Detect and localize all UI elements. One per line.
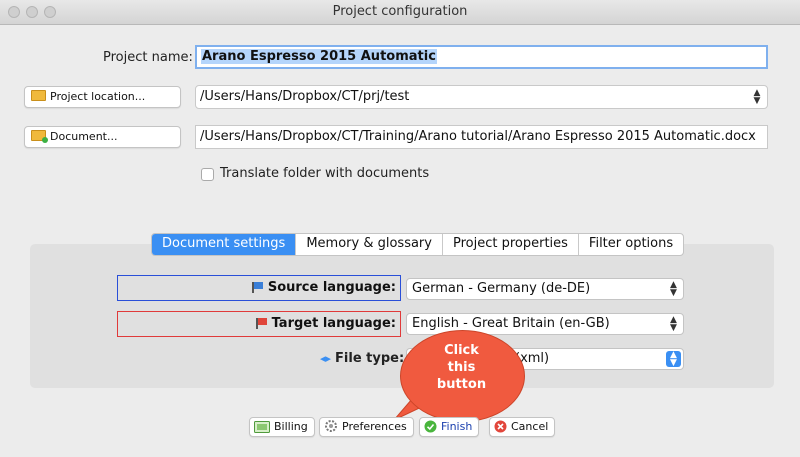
- cancel-circle-icon: [494, 420, 507, 433]
- target-language-value: English - Great Britain (en-GB): [412, 316, 610, 331]
- gear-icon: [325, 420, 337, 432]
- project-name-input[interactable]: Arano Espresso 2015 Automatic: [195, 45, 768, 69]
- target-language-label: Target language:: [271, 316, 396, 331]
- tab-project-properties[interactable]: Project properties: [443, 234, 579, 255]
- billing-button[interactable]: Billing: [249, 417, 315, 437]
- source-language-value: German - Germany (de-DE): [412, 281, 591, 296]
- source-language-label-wrap: Source language:: [251, 280, 396, 295]
- document-button-label: Document...: [50, 130, 118, 143]
- tab-memory-glossary[interactable]: Memory & glossary: [296, 234, 443, 255]
- target-language-label-wrap: Target language:: [255, 316, 396, 331]
- project-name-label: Project name:: [103, 50, 193, 65]
- translate-folder-checkbox[interactable]: [201, 168, 214, 181]
- project-location-select[interactable]: /Users/Hans/Dropbox/CT/prj/test ▲ ▼: [195, 85, 768, 109]
- file-type-label: File type:: [335, 351, 405, 366]
- document-path-value: /Users/Hans/Dropbox/CT/Training/Arano tu…: [200, 129, 756, 144]
- callout-line-3: button: [436, 377, 487, 392]
- callout-line-2: this: [447, 360, 476, 375]
- finish-button-label: Finish: [441, 420, 473, 433]
- project-location-value: /Users/Hans/Dropbox/CT/prj/test: [200, 89, 410, 104]
- target-language-highlight: Target language:: [117, 311, 401, 337]
- project-location-button-label: Project location...: [50, 90, 146, 103]
- document-button[interactable]: Document...: [24, 126, 181, 148]
- tab-document-settings[interactable]: Document settings: [152, 234, 297, 255]
- billing-icon: [254, 421, 270, 433]
- finish-button[interactable]: Finish: [419, 417, 480, 437]
- window-title: Project configuration: [332, 4, 468, 19]
- project-name-value: Arano Espresso 2015 Automatic: [201, 49, 437, 64]
- preferences-button-label: Preferences: [342, 420, 407, 433]
- blue-flag-icon: [251, 282, 263, 293]
- red-flag-icon: [255, 318, 267, 329]
- updown-chevron-icon: ▲ ▼: [666, 351, 681, 368]
- source-language-label: Source language:: [267, 280, 396, 295]
- updown-chevron-icon: ▲ ▼: [670, 315, 677, 333]
- settings-tabs: Document settings Memory & glossary Proj…: [151, 233, 685, 256]
- source-language-highlight: Source language:: [117, 275, 401, 301]
- folder-icon: [31, 90, 46, 101]
- project-location-button[interactable]: Project location...: [24, 86, 181, 108]
- callout-line-1: Click: [444, 343, 479, 358]
- updown-chevron-icon: ▲ ▼: [753, 88, 761, 106]
- check-circle-icon: [424, 420, 437, 433]
- translate-folder-label: Translate folder with documents: [220, 166, 430, 181]
- title-bar: Project configuration: [0, 0, 800, 25]
- tab-filter-options[interactable]: Filter options: [579, 234, 683, 255]
- cancel-button-label: Cancel: [511, 420, 549, 433]
- file-type-arrows-icon: ◂▸: [320, 352, 332, 365]
- updown-chevron-icon: ▲ ▼: [670, 280, 677, 298]
- project-configuration-window: Project configuration Project name: Aran…: [0, 0, 800, 457]
- cancel-button[interactable]: Cancel: [489, 417, 556, 437]
- file-type-label-wrap: ◂▸ File type:: [320, 351, 404, 366]
- preferences-button[interactable]: Preferences: [319, 417, 414, 437]
- source-language-select[interactable]: German - Germany (de-DE) ▲ ▼: [406, 278, 684, 300]
- document-folder-icon: [31, 130, 48, 143]
- callout-text: Click this button: [400, 342, 523, 393]
- document-path-input[interactable]: /Users/Hans/Dropbox/CT/Training/Arano tu…: [195, 125, 768, 149]
- billing-button-label: Billing: [274, 420, 308, 433]
